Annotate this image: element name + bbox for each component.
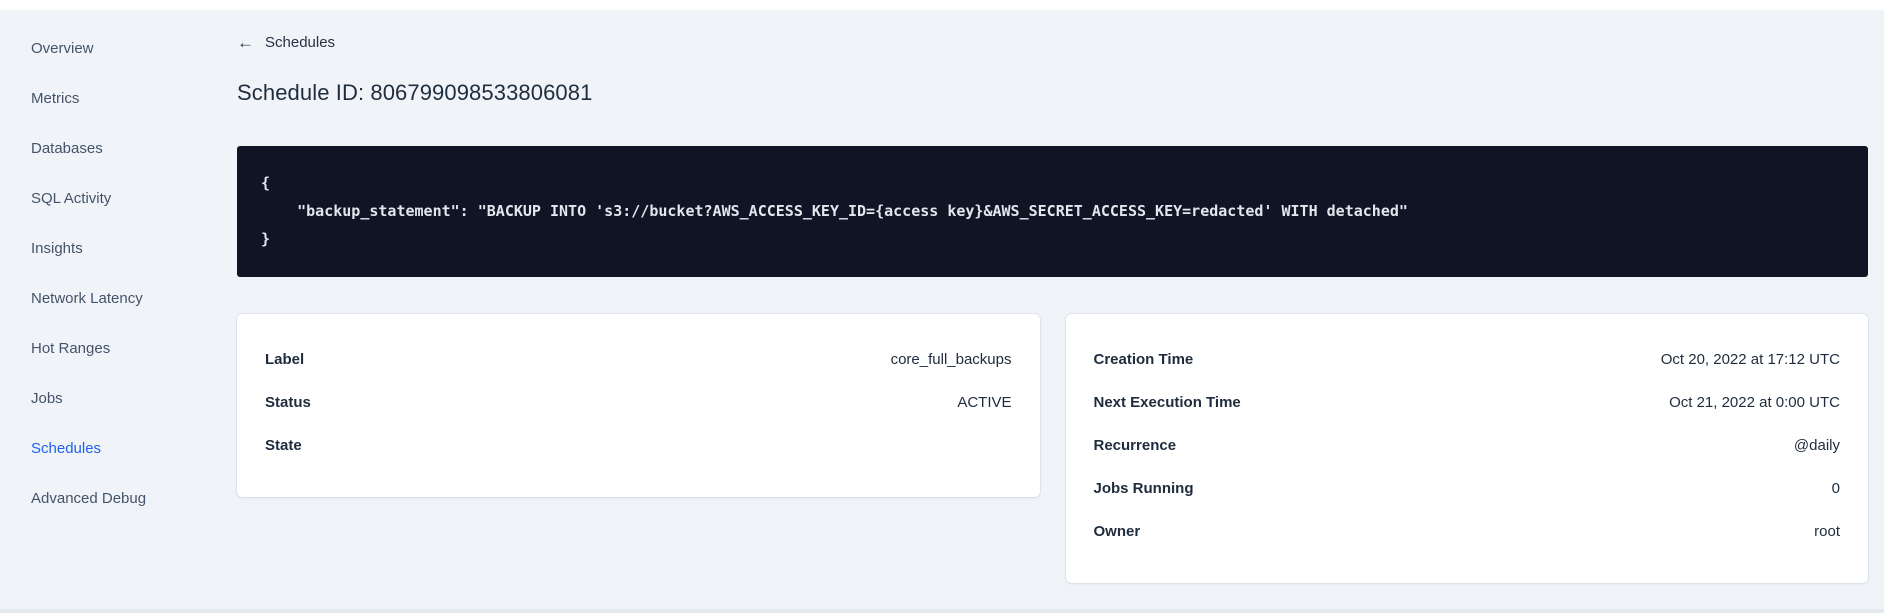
detail-row-label: Label core_full_backups	[265, 338, 1012, 381]
summary-cards: Label core_full_backups Status ACTIVE St…	[237, 314, 1868, 583]
detail-row-status: Status ACTIVE	[265, 381, 1012, 424]
schedule-details-card: Label core_full_backups Status ACTIVE St…	[237, 314, 1040, 497]
sidebar-nav: Overview Metrics Databases SQL Activity …	[0, 10, 215, 609]
sidebar-item-schedules[interactable]: Schedules	[0, 423, 215, 473]
back-link[interactable]: ← Schedules	[237, 34, 335, 51]
row-label: Next Execution Time	[1093, 394, 1241, 411]
detail-row-owner: Owner root	[1094, 510, 1841, 553]
sidebar-item-metrics[interactable]: Metrics	[0, 73, 215, 123]
row-label: Jobs Running	[1093, 480, 1194, 497]
sidebar-item-jobs[interactable]: Jobs	[0, 373, 215, 423]
row-value: Oct 21, 2022 at 0:00 UTC	[1669, 394, 1840, 411]
detail-row-creation-time: Creation Time Oct 20, 2022 at 17:12 UTC	[1094, 338, 1841, 381]
page-title: Schedule ID: 806799098533806081	[237, 80, 593, 105]
detail-row-next-execution-time: Next Execution Time Oct 21, 2022 at 0:00…	[1094, 381, 1841, 424]
row-value: core_full_backups	[890, 351, 1012, 368]
row-label: Status	[265, 394, 311, 411]
schedule-timing-card: Creation Time Oct 20, 2022 at 17:12 UTC …	[1065, 314, 1868, 583]
row-value: Oct 20, 2022 at 17:12 UTC	[1660, 351, 1840, 368]
sidebar-item-databases[interactable]: Databases	[0, 123, 215, 173]
back-arrow-icon: ←	[237, 33, 254, 52]
main-content: ← Schedules Schedule ID: 806799098533806…	[215, 10, 1884, 609]
row-value: @daily	[1793, 437, 1840, 454]
sidebar-item-insights[interactable]: Insights	[0, 223, 215, 273]
row-label: Creation Time	[1093, 351, 1194, 368]
row-label: Recurrence	[1093, 437, 1177, 454]
back-link-label: Schedules	[265, 34, 336, 51]
sidebar-item-network-latency[interactable]: Network Latency	[0, 273, 215, 323]
row-label: Label	[265, 351, 305, 368]
row-value: root	[1814, 523, 1840, 540]
detail-row-jobs-running: Jobs Running 0	[1094, 467, 1841, 510]
bottom-strip	[0, 609, 1884, 613]
sidebar-item-hot-ranges[interactable]: Hot Ranges	[0, 323, 215, 373]
row-value: ACTIVE	[957, 394, 1012, 411]
row-label: State	[265, 437, 302, 454]
sidebar-item-overview[interactable]: Overview	[0, 23, 215, 73]
sidebar-item-advanced-debug[interactable]: Advanced Debug	[0, 473, 215, 523]
row-label: Owner	[1093, 523, 1141, 540]
top-bar	[0, 0, 1884, 10]
schedule-definition-code-block: { "backup_statement": "BACKUP INTO 's3:/…	[237, 146, 1868, 277]
detail-row-state: State	[265, 424, 1012, 467]
detail-row-recurrence: Recurrence @daily	[1094, 424, 1841, 467]
sidebar-item-sql-activity[interactable]: SQL Activity	[0, 173, 215, 223]
row-value: 0	[1831, 480, 1840, 497]
app-layout: Overview Metrics Databases SQL Activity …	[0, 10, 1884, 609]
